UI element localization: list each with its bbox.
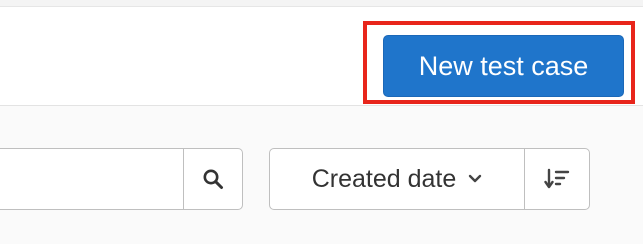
search-input[interactable] xyxy=(0,148,185,210)
page-header: New test case xyxy=(0,7,643,105)
search-button[interactable] xyxy=(183,148,243,210)
top-strip xyxy=(0,0,643,7)
search-icon xyxy=(202,168,224,190)
sort-by-label: Created date xyxy=(311,164,457,193)
sort-by-dropdown[interactable]: Created date xyxy=(269,148,525,210)
sort-direction-button[interactable] xyxy=(524,148,590,210)
sort-descending-icon xyxy=(544,167,570,191)
new-test-case-button[interactable]: New test case xyxy=(383,35,624,97)
chevron-down-icon xyxy=(468,174,482,184)
